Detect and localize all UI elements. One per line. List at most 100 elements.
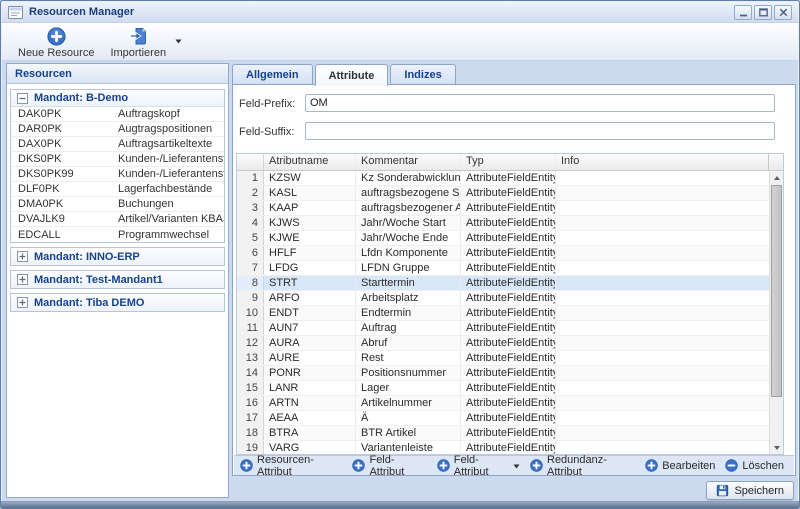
sidebar-group-header[interactable]: Mandant: INNO-ERP [11,248,224,265]
sidebar-item-dks0pk[interactable]: DKS0PKKunden-/Lieferantenstamm [11,152,224,167]
cell-kommentar: Endtermin [356,306,461,320]
expand-icon[interactable] [17,251,28,262]
column-header-kommentar[interactable]: Kommentar [356,154,461,170]
table-row-kasl[interactable]: 2KASLauftragsbezogene SLAttributeFieldEn… [237,186,783,201]
table-row-aura[interactable]: 12AURAAbrufAttributeFieldEntity [237,336,783,351]
row-number: 18 [237,426,264,440]
sidebar-item-dar0pk[interactable]: DAR0PKAugtragspositionen [11,122,224,137]
tab-allgemein[interactable]: Allgemein [232,64,313,85]
table-row-kzsw[interactable]: 1KZSWKz SonderabwicklungAttributeFieldEn… [237,171,783,186]
feld-suffix-label: Feld-Suffix: [239,126,294,138]
table-row-strt[interactable]: 8STRTStartterminAttributeFieldEntity [237,276,783,291]
minimize-button[interactable] [734,5,752,20]
table-row-arfo[interactable]: 9ARFOArbeitsplatzAttributeFieldEntity [237,291,783,306]
sidebar-item-dma0pk[interactable]: DMA0PKBuchungen [11,197,224,212]
column-header-typ[interactable]: Typ [461,154,556,170]
column-header-atributname[interactable]: Atributname [264,154,356,170]
table-row-lanr[interactable]: 15LANRLagerAttributeFieldEntity [237,381,783,396]
sidebar-item-dax0pk[interactable]: DAX0PKAuftragsartikeltexte [11,137,224,152]
sidebar-item-dvajlk9[interactable]: DVAJLK9Artikel/Varianten KBAS [11,212,224,227]
tab-attribute[interactable]: Attribute [315,64,389,86]
tab-indizes[interactable]: Indizes [390,64,455,85]
table-row-btra[interactable]: 18BTRABTR ArtikelAttributeFieldEntity [237,426,783,441]
import-dropdown-caret[interactable] [175,39,182,44]
table-row-hflf[interactable]: 6HFLFLfdn KomponenteAttributeFieldEntity [237,246,783,261]
cell-typ: AttributeFieldEntity [461,351,556,365]
add-feld-attribut-button-dropdown[interactable]: Feld-Attribut [437,454,505,478]
plus-circle-icon [437,459,450,472]
title-bar: Resourcen Manager [2,2,798,23]
cell-atributname: STRT [264,276,356,290]
maximize-button[interactable] [754,5,772,20]
bottom-bar: Speichern [232,479,794,502]
table-row-kjws[interactable]: 4KJWSJahr/Woche StartAttributeFieldEntit… [237,216,783,231]
dropdown-caret-icon[interactable] [513,464,520,469]
delete-button[interactable]: Löschen [725,459,784,472]
cell-info [556,246,783,260]
plus-circle-icon [240,459,253,472]
table-row-aure[interactable]: 13AURERestAttributeFieldEntity [237,351,783,366]
expand-icon[interactable] [17,274,28,285]
scrollbar-thumb[interactable] [771,185,782,397]
table-row-kaap[interactable]: 3KAAPauftragsbezogener APAttributeFieldE… [237,201,783,216]
cell-kommentar: LFDN Gruppe [356,261,461,275]
sidebar-group-label: Mandant: Tiba DEMO [34,297,144,309]
new-resource-button[interactable]: Neue Resource [10,25,102,59]
close-icon [776,6,791,19]
add-feld-attribut-button[interactable]: Feld-Attribut [352,454,420,478]
row-number: 17 [237,411,264,425]
collapse-icon[interactable] [17,93,28,104]
scroll-up-button[interactable] [770,171,783,184]
sidebar-item-list: DAK0PKAuftragskopfDAR0PKAugtragsposition… [11,107,224,242]
save-button[interactable]: Speichern [706,481,794,500]
maximize-icon [756,6,771,19]
row-number: 12 [237,336,264,350]
cell-kommentar: Jahr/Woche Start [356,216,461,230]
sidebar-item-dlf0pk[interactable]: DLF0PKLagerfachbestände [11,182,224,197]
column-header-scroll-spacer [769,154,783,170]
add-resourcen-attribut-button[interactable]: Resourcen-Attribut [240,454,336,478]
table-vertical-scrollbar[interactable] [769,171,783,454]
cell-kommentar: Abruf [356,336,461,350]
sidebar-group-mandant-tiba-demo: Mandant: Tiba DEMO [10,293,225,312]
table-toolbar-left: Resourcen-Attribut Feld-Attribut Feld-Attr… [240,454,645,478]
cell-info [556,426,783,440]
table-row-lfdg[interactable]: 7LFDGLFDN GruppeAttributeFieldEntity [237,261,783,276]
table-row-aun7[interactable]: 11AUN7AuftragAttributeFieldEntity [237,321,783,336]
resource-description: Kunden-/Lieferantenstamm [118,168,224,180]
add-redundanz-attribut-button[interactable]: Redundanz-Attribut [530,454,629,478]
feld-prefix-input[interactable] [305,94,775,112]
table-row-artn[interactable]: 16ARTNArtikelnummerAttributeFieldEntity [237,396,783,411]
sidebar-item-dks0pk99[interactable]: DKS0PK99Kunden-/Lieferantenstamm [11,167,224,182]
cell-typ: AttributeFieldEntity [461,441,556,454]
table-row-kjwe[interactable]: 5KJWEJahr/Woche EndeAttributeFieldEntity [237,231,783,246]
edit-button[interactable]: Bearbeiten [645,459,715,472]
table-row-varg[interactable]: 19VARGVariantenleisteAttributeFieldEntit… [237,441,783,454]
close-button[interactable] [774,5,792,20]
column-header-num[interactable] [237,154,264,170]
add-button-label: Resourcen-Attribut [257,454,336,478]
resource-description: Augtragspositionen [118,123,224,135]
scroll-up-icon [774,176,780,180]
table-row-ponr[interactable]: 14PONRPositionsnummerAttributeFieldEntit… [237,366,783,381]
table-row-aeaa[interactable]: 17AEAAÄAttributeFieldEntity [237,411,783,426]
sidebar-item-dak0pk[interactable]: DAK0PKAuftragskopf [11,107,224,122]
table-row-endt[interactable]: 10ENDTEndterminAttributeFieldEntity [237,306,783,321]
cell-atributname: AEAA [264,411,356,425]
resource-code: DAX0PK [11,138,118,150]
feld-suffix-input[interactable] [305,122,775,140]
plus-circle-icon [352,459,365,472]
sidebar-group-header[interactable]: Mandant: Test-Mandant1 [11,271,224,288]
import-button[interactable]: Importieren [102,25,174,59]
scroll-down-button[interactable] [770,441,783,454]
expand-icon[interactable] [17,297,28,308]
cell-typ: AttributeFieldEntity [461,201,556,215]
table-toolbar: Resourcen-Attribut Feld-Attribut Feld-Attr… [234,455,794,475]
delete-label: Löschen [742,460,784,472]
resource-code: DVAJLK9 [11,213,118,225]
sidebar-group-header[interactable]: Mandant: Tiba DEMO [11,294,224,311]
column-header-info[interactable]: Info [556,154,769,170]
cell-typ: AttributeFieldEntity [461,336,556,350]
sidebar-item-edcall[interactable]: EDCALLProgrammwechsel [11,227,224,242]
sidebar-group-header[interactable]: Mandant: B-Demo [11,90,224,107]
